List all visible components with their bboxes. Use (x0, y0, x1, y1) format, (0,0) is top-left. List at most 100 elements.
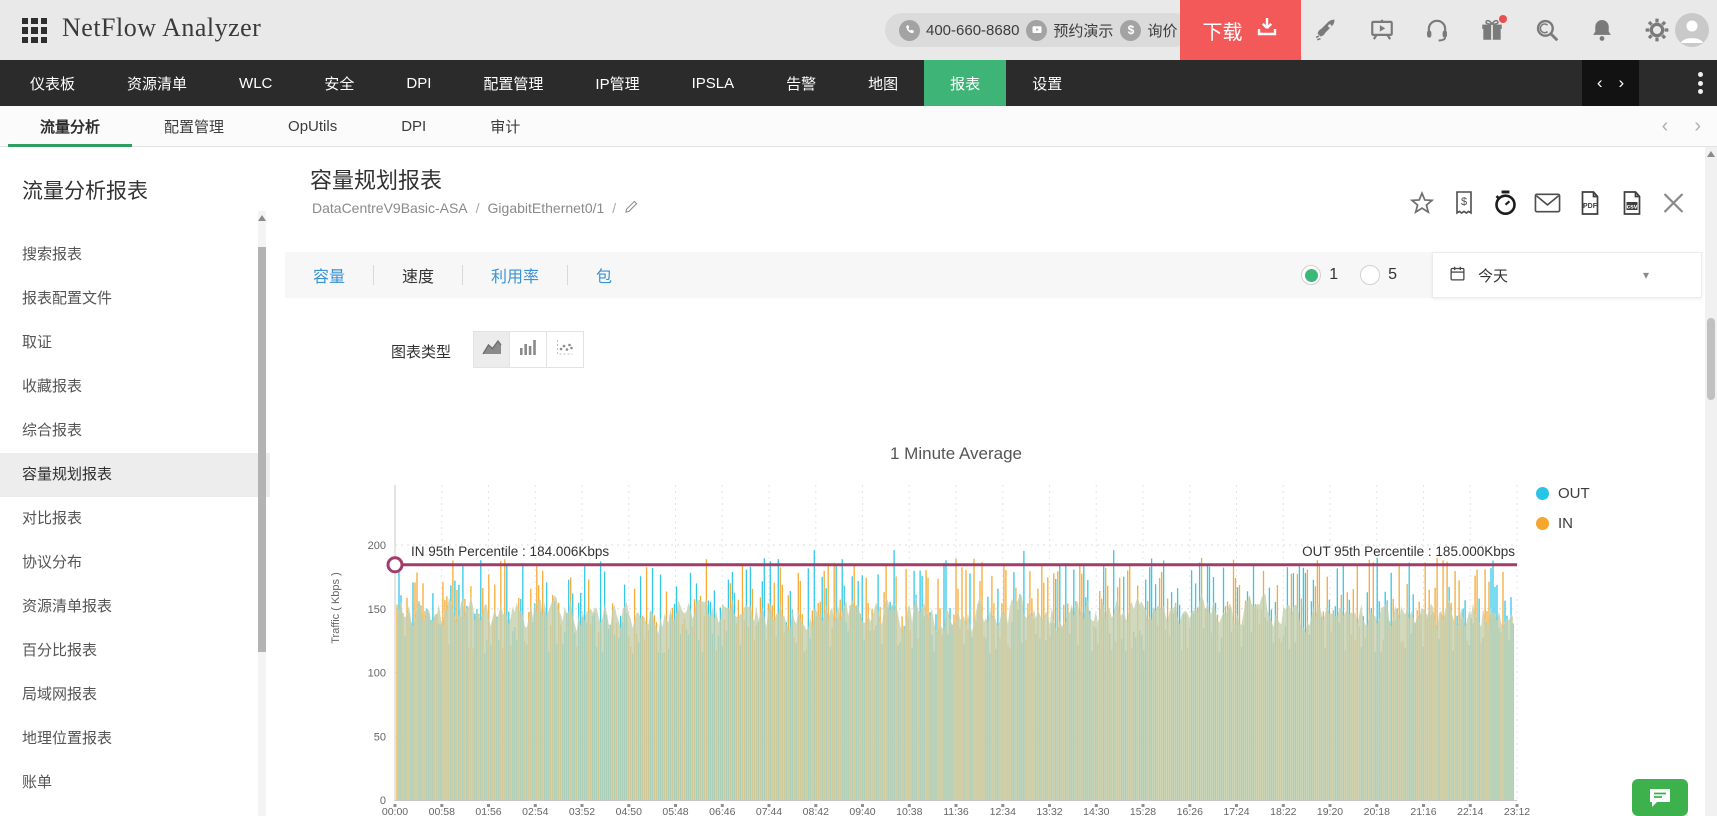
date-range-dropdown[interactable]: 今天 ▾ (1432, 252, 1702, 298)
edit-pencil-icon[interactable] (624, 199, 639, 217)
nav-item-dpi[interactable]: DPI (380, 60, 457, 106)
sidebar-item-search-reports[interactable]: 搜索报表 (0, 233, 270, 277)
chart-type-area-button[interactable] (473, 331, 510, 368)
export-pdf-icon[interactable]: PDF (1576, 189, 1603, 216)
subnav-scroll-right-icon[interactable]: › (1694, 115, 1701, 138)
interval-option-1[interactable]: 1 (1301, 265, 1338, 285)
svg-text:02:54: 02:54 (522, 806, 548, 816)
search-icon[interactable] (1534, 17, 1560, 43)
sidebar-scrollbar[interactable] (258, 211, 266, 816)
svg-text:09:40: 09:40 (849, 806, 875, 816)
close-icon[interactable] (1660, 189, 1687, 216)
nav-item-reports[interactable]: 报表 (924, 60, 1006, 106)
schedule-timer-icon[interactable] (1492, 189, 1519, 216)
tab-packets[interactable]: 包 (568, 263, 640, 287)
svg-text:00:58: 00:58 (429, 806, 455, 816)
tab-speed[interactable]: 速度 (374, 263, 462, 287)
quote-link[interactable]: $ 询价 (1120, 20, 1177, 41)
radio-unselected-icon[interactable] (1360, 265, 1380, 285)
top-header: NetFlow Analyzer 400-660-8680 预约演示 $ 询价 … (0, 0, 1717, 60)
notifications-bell-icon[interactable] (1589, 17, 1615, 43)
favorite-star-icon[interactable] (1408, 189, 1435, 216)
nav-item-maps[interactable]: 地图 (842, 60, 924, 106)
nav-item-ip-mgmt[interactable]: IP管理 (569, 60, 665, 106)
sidebar-item-protocol-distribution[interactable]: 协议分布 (0, 541, 270, 585)
sidebar-scroll-thumb[interactable] (258, 247, 266, 652)
sidebar-item-comparison-reports[interactable]: 对比报表 (0, 497, 270, 541)
sidebar-item-lan-reports[interactable]: 局域网报表 (0, 673, 270, 717)
sidebar-item-report-profiles[interactable]: 报表配置文件 (0, 277, 270, 321)
page-scroll-up-icon[interactable] (1707, 151, 1715, 157)
interval-option-5[interactable]: 5 (1360, 265, 1397, 285)
nav-scroll-left-icon[interactable]: ‹ (1597, 73, 1603, 93)
chart-type-label: 图表类型 (391, 341, 451, 362)
sidebar-scroll-up-icon[interactable] (258, 215, 266, 221)
svg-text:11:36: 11:36 (943, 806, 969, 816)
chart-type-buttons (473, 331, 584, 368)
demo-link[interactable]: 预约演示 (1026, 20, 1113, 41)
download-button[interactable]: 下载 (1180, 0, 1301, 60)
nav-item-settings[interactable]: 设置 (1006, 60, 1088, 106)
sidebar-item-capacity-planning[interactable]: 容量规划报表 (0, 453, 270, 497)
page-scroll-thumb[interactable] (1707, 318, 1715, 400)
demo-icon (1026, 20, 1047, 41)
nav-item-dashboard[interactable]: 仪表板 (4, 60, 101, 106)
nav-item-security[interactable]: 安全 (298, 60, 380, 106)
page-scrollbar[interactable] (1705, 147, 1717, 816)
chart-type-bar-button[interactable] (510, 331, 547, 368)
nav-item-alarms[interactable]: 告警 (760, 60, 842, 106)
radio-selected-icon[interactable] (1301, 265, 1321, 285)
svg-text:22:14: 22:14 (1457, 806, 1483, 816)
training-video-icon[interactable] (1369, 17, 1395, 43)
sidebar-item-favorite-reports[interactable]: 收藏报表 (0, 365, 270, 409)
contact-pill: 400-660-8680 预约演示 $ 询价 (885, 13, 1191, 47)
subnav-item-dpi[interactable]: DPI (369, 106, 458, 146)
nav-overflow-menu-icon[interactable] (1698, 68, 1703, 98)
gift-icon[interactable] (1479, 17, 1505, 43)
tab-capacity[interactable]: 容量 (285, 263, 373, 287)
support-headset-icon[interactable] (1424, 17, 1450, 43)
nav-item-ipsla[interactable]: IPSLA (666, 60, 761, 106)
user-avatar[interactable] (1675, 13, 1709, 47)
report-action-icons: $ PDF csv (1408, 189, 1687, 216)
download-label: 下载 (1203, 16, 1243, 45)
nav-scroll-arrows[interactable]: ‹ › (1582, 60, 1639, 106)
sidebar-item-consolidated-reports[interactable]: 综合报表 (0, 409, 270, 453)
nav-item-wlc[interactable]: WLC (213, 60, 298, 106)
subnav-scroll-arrows[interactable]: ‹ › (1662, 106, 1701, 147)
tab-utilization[interactable]: 利用率 (463, 263, 567, 287)
subnav-item-oputils[interactable]: OpUtils (256, 106, 369, 146)
svg-text:05:48: 05:48 (662, 806, 688, 816)
nav-scroll-right-icon[interactable]: › (1619, 73, 1625, 93)
breadcrumb: DataCentreV9Basic-ASA / GigabitEthernet0… (312, 199, 639, 217)
nav-item-config-mgmt[interactable]: 配置管理 (457, 60, 569, 106)
subnav-item-audit[interactable]: 审计 (458, 106, 552, 146)
phone-number: 400-660-8680 (926, 22, 1019, 39)
sidebar-item-forensics[interactable]: 取证 (0, 321, 270, 365)
sidebar-item-billing[interactable]: 账单 (0, 761, 270, 805)
chevron-down-icon: ▾ (1643, 268, 1649, 282)
subnav-item-traffic-analysis[interactable]: 流量分析 (8, 106, 132, 146)
subnav-scroll-left-icon[interactable]: ‹ (1662, 115, 1669, 138)
svg-text:06:46: 06:46 (709, 806, 735, 816)
nav-item-inventory[interactable]: 资源清单 (101, 60, 213, 106)
export-csv-icon[interactable]: csv (1618, 189, 1645, 216)
phone-link[interactable]: 400-660-8680 (899, 20, 1019, 41)
sidebar-item-geo-reports[interactable]: 地理位置报表 (0, 717, 270, 761)
live-chat-button[interactable] (1632, 779, 1688, 816)
sidebar-item-percentile-reports[interactable]: 百分比报表 (0, 629, 270, 673)
apps-grid-icon[interactable] (22, 18, 47, 43)
svg-text:07:44: 07:44 (756, 806, 782, 816)
chart-type-scatter-button[interactable] (547, 331, 584, 368)
sidebar-item-inventory-reports[interactable]: 资源清单报表 (0, 585, 270, 629)
breadcrumb-interface[interactable]: GigabitEthernet0/1 (488, 200, 605, 216)
settings-gear-icon[interactable] (1644, 17, 1670, 43)
svg-text:13:32: 13:32 (1036, 806, 1062, 816)
email-icon[interactable] (1534, 189, 1561, 216)
billing-receipt-icon[interactable]: $ (1450, 189, 1477, 216)
breadcrumb-device[interactable]: DataCentreV9Basic-ASA (312, 200, 468, 216)
svg-text:23:12: 23:12 (1504, 806, 1530, 816)
interval-5-label: 5 (1388, 266, 1397, 284)
whats-new-rocket-icon[interactable] (1314, 17, 1340, 43)
subnav-item-config-mgmt[interactable]: 配置管理 (132, 106, 256, 146)
